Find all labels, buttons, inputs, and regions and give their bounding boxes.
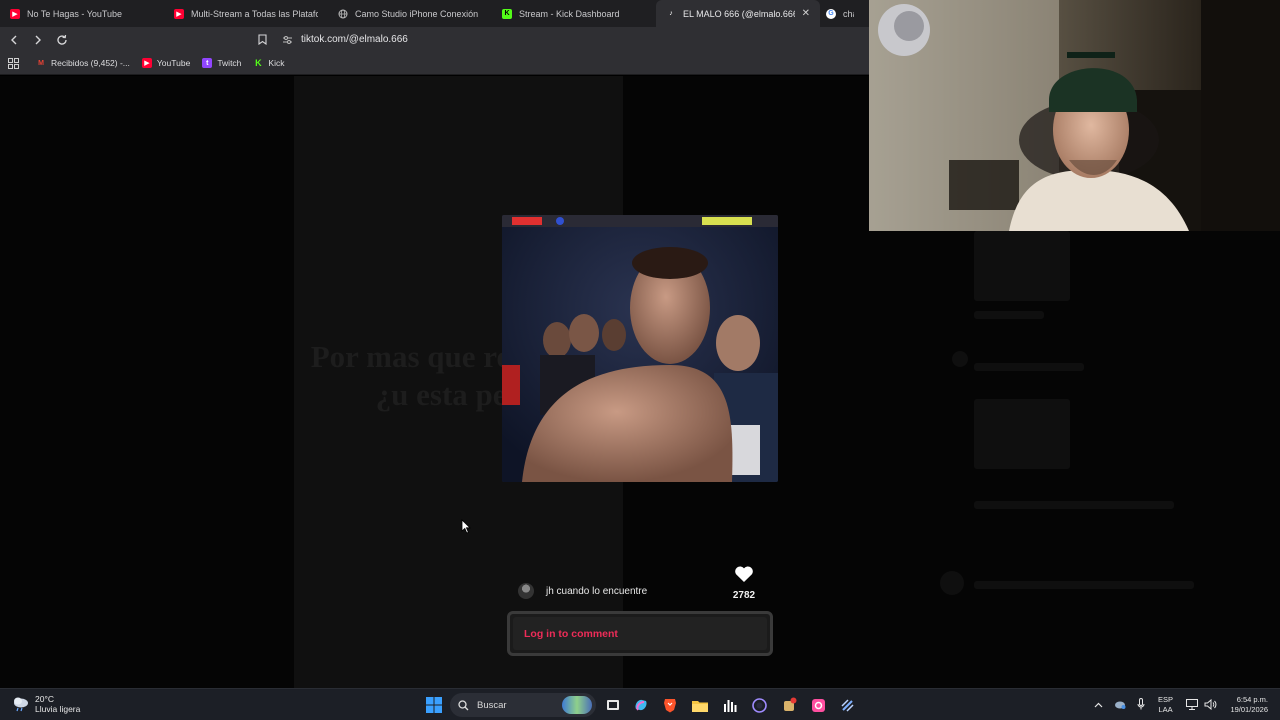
webcam-overlay xyxy=(869,0,1201,231)
bookmarks-bar: M Recibidos (9,452) -... ▶ YouTube t Twi… xyxy=(0,52,870,75)
gmail-icon: M xyxy=(38,59,44,67)
like-count: 2782 xyxy=(732,590,756,601)
windows-start-icon[interactable] xyxy=(424,695,444,715)
search-placeholder: Buscar xyxy=(477,699,507,711)
bookmark-icon[interactable] xyxy=(252,34,272,45)
volume-icon[interactable] xyxy=(1204,698,1217,712)
post-caption: jh cuando lo encuentre xyxy=(546,585,648,597)
clock-time: 6:54 p.m. xyxy=(1236,695,1268,704)
quick-settings[interactable] xyxy=(1186,689,1217,720)
copilot-icon[interactable] xyxy=(631,695,651,715)
back-icon[interactable] xyxy=(4,30,24,50)
bookmark-kick[interactable]: K Kick xyxy=(253,58,284,68)
bookmark-label: Kick xyxy=(268,58,285,68)
bookmark-youtube[interactable]: ▶ YouTube xyxy=(141,58,191,68)
language-code: ESP xyxy=(1158,695,1174,704)
tab-multi-stream[interactable]: ▶ Multi-Stream a Todas las Plataformas xyxy=(164,0,328,27)
apps-grid-icon[interactable] xyxy=(0,52,26,75)
url-bar[interactable]: tiktok.com/@elmalo.666 xyxy=(252,30,862,49)
tab-tiktok-elmalo[interactable]: ♪ EL MALO 666 (@elmalo.666) | TikTok ✕ xyxy=(656,0,820,27)
twitch-icon: t xyxy=(202,58,213,68)
brave-browser-icon[interactable] xyxy=(660,695,680,715)
youtube-icon: ▶ xyxy=(10,8,20,19)
post-caption-row: jh cuando lo encuentre xyxy=(518,583,647,599)
dimmed-comments-panel xyxy=(870,231,1280,688)
weather-temperature: 20°C xyxy=(35,694,54,704)
browser-tab-strip: ▶ No Te Hagas - YouTube ▶ Multi-Stream a… xyxy=(0,0,870,27)
weather-description: Lluvia ligera xyxy=(35,704,81,714)
task-view-icon[interactable] xyxy=(603,695,623,715)
search-icon xyxy=(458,699,469,710)
tab-kick-dashboard[interactable]: K Stream - Kick Dashboard xyxy=(492,0,656,27)
close-icon[interactable]: ✕ xyxy=(798,8,810,19)
tab-label: Camo Studio iPhone Conexión xyxy=(355,8,479,19)
bookmark-label: Twitch xyxy=(217,58,242,68)
rain-cloud-icon xyxy=(14,697,28,712)
weather-widget[interactable]: 20°C Lluvia ligera xyxy=(12,694,80,714)
windows-taskbar: 20°C Lluvia ligera Buscar ESP LAA 6:54 p… xyxy=(0,688,1280,720)
tab-label: Stream - Kick Dashboard xyxy=(519,8,620,19)
taskbar-search-box[interactable]: Buscar xyxy=(450,693,596,717)
taskbar-clock[interactable]: 6:54 p.m. 19/01/2026 xyxy=(1222,695,1268,715)
tab-camo-studio[interactable]: Camo Studio iPhone Conexión xyxy=(328,0,492,27)
input-language-indicator[interactable]: ESP LAA xyxy=(1158,695,1173,715)
microphone-icon[interactable] xyxy=(1137,698,1145,712)
onedrive-cloud-icon[interactable] xyxy=(1114,700,1126,711)
audio-levels-icon[interactable] xyxy=(720,695,740,715)
app-with-badge-icon[interactable] xyxy=(779,695,799,715)
log-in-to-comment-link[interactable]: Log in to comment xyxy=(513,617,767,650)
webcam-overlay-edge xyxy=(1201,0,1280,231)
tab-label: No Te Hagas - YouTube xyxy=(27,8,123,19)
chevron-up-icon[interactable] xyxy=(1094,701,1103,710)
keyboard-layout: LAA xyxy=(1158,705,1173,714)
bookmark-gmail[interactable]: M Recibidos (9,452) -... xyxy=(36,58,130,68)
bookmark-label: Recibidos (9,452) -... xyxy=(51,58,130,68)
globe-icon xyxy=(338,9,348,19)
avatar[interactable] xyxy=(518,583,534,599)
tiktok-icon: ♪ xyxy=(669,10,673,17)
tab-label: champ xyxy=(843,8,854,19)
url-text[interactable]: tiktok.com/@elmalo.666 xyxy=(301,34,408,45)
system-tray xyxy=(1094,689,1145,720)
youtube-icon: ▶ xyxy=(174,8,184,19)
like-button[interactable]: 2782 xyxy=(728,565,760,601)
kick-icon: K xyxy=(502,8,512,19)
tab-label: Multi-Stream a Todas las Plataformas xyxy=(191,8,318,19)
comment-prompt[interactable]: Log in to comment xyxy=(524,628,618,640)
tab-google-champ[interactable]: G champ xyxy=(820,0,860,27)
tab-youtube-no-te-hagas[interactable]: ▶ No Te Hagas - YouTube xyxy=(0,0,164,27)
video-thumbnail[interactable] xyxy=(502,215,778,482)
kick-icon: K xyxy=(255,58,262,68)
youtube-icon: ▶ xyxy=(141,58,152,68)
obs-studio-icon[interactable] xyxy=(749,695,769,715)
bookmark-twitch[interactable]: t Twitch xyxy=(202,58,241,68)
streaming-app-icon[interactable] xyxy=(837,695,857,715)
google-icon: G xyxy=(826,8,836,19)
clock-date: 19/01/2026 xyxy=(1230,705,1268,714)
address-toolbar: tiktok.com/@elmalo.666 xyxy=(0,27,870,52)
bookmark-label: YouTube xyxy=(156,58,191,68)
comment-box[interactable]: Log in to comment xyxy=(507,611,773,656)
reload-icon[interactable] xyxy=(52,30,72,50)
tab-label: EL MALO 666 (@elmalo.666) | TikTok xyxy=(683,8,795,19)
camera-app-icon[interactable] xyxy=(808,695,828,715)
heart-icon[interactable] xyxy=(734,565,754,583)
search-highlight-icon xyxy=(562,696,592,714)
forward-icon[interactable] xyxy=(28,30,48,50)
mouse-cursor-icon xyxy=(461,519,471,534)
site-settings-icon[interactable] xyxy=(278,35,296,45)
file-explorer-icon[interactable] xyxy=(690,695,710,715)
network-icon[interactable] xyxy=(1186,698,1198,712)
